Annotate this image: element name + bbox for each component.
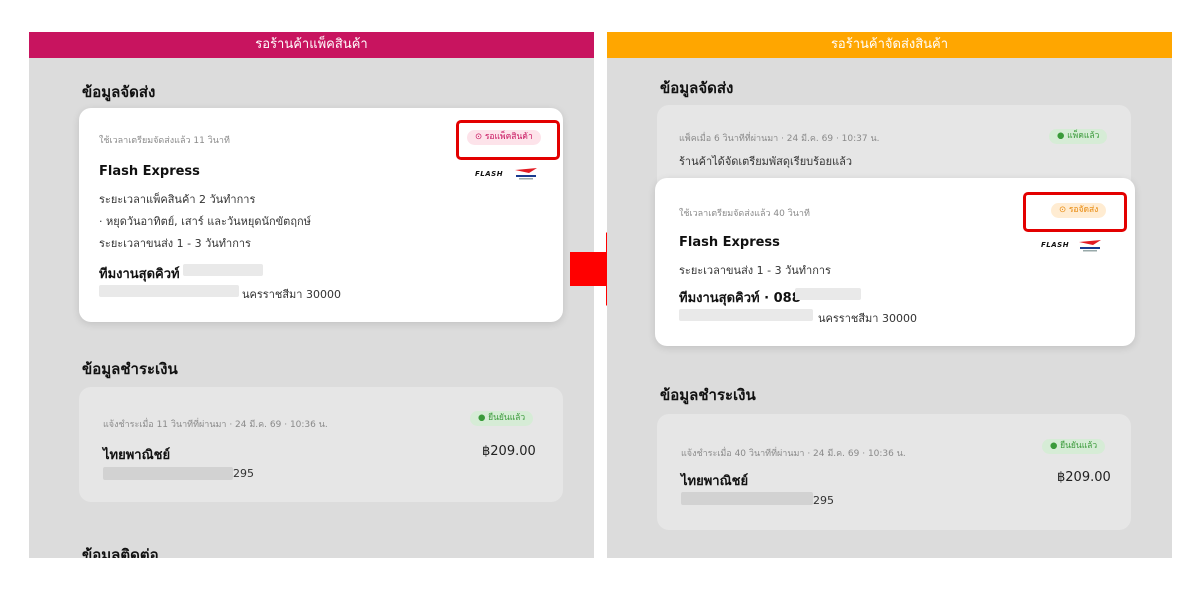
courier-name: Flash Express	[679, 235, 780, 250]
payment-section-title: ข้อมูลชำระเงิน	[660, 386, 756, 404]
prep-time-text: ใช้เวลาเตรียมจัดส่งแล้ว 11 วินาที	[99, 136, 230, 146]
redacted-account	[103, 467, 233, 480]
courier-name: Flash Express	[99, 164, 200, 179]
thaipost-logo-icon	[515, 168, 537, 180]
highlight-box	[1023, 192, 1127, 232]
redacted-phone	[795, 288, 861, 300]
holiday-note: · หยุดวันอาทิตย์, เสาร์ และวันหยุดนักขัต…	[99, 215, 311, 228]
status-header: รอร้านค้าแพ็คสินค้า	[29, 32, 594, 58]
redacted-account	[681, 492, 813, 505]
shipping-section-title: ข้อมูลจัดส่ง	[660, 79, 734, 97]
packed-time-text: แพ็คเมื่อ 6 วินาทีที่ผ่านมา · 24 มี.ค. 6…	[679, 134, 880, 144]
left-screen-panel: รอร้านค้าแพ็คสินค้า ข้อมูลจัดส่ง ใช้เวลา…	[29, 32, 594, 558]
payment-section-title: ข้อมูลชำระเงิน	[82, 360, 178, 378]
address-text: นครราชสีมา 30000	[818, 312, 917, 325]
address-text: นครราชสีมา 30000	[242, 288, 341, 301]
redacted-address	[99, 285, 239, 297]
check-icon: ●	[478, 413, 489, 423]
payment-card: แจ้งชำระเมื่อ 40 วินาทีที่ผ่านมา · 24 มี…	[657, 414, 1131, 530]
packed-message: ร้านค้าได้จัดเตรียมพัสดุเรียบร้อยแล้ว	[679, 155, 853, 168]
redacted-address	[679, 309, 813, 321]
ship-time-text: ระยะเวลาขนส่ง 1 - 3 วันทำการ	[99, 237, 251, 250]
recipient-name: ทีมงานสุดคิวท์ · 088	[679, 291, 801, 306]
check-icon: ●	[1050, 441, 1061, 451]
payment-badge: ● ยืนยันแล้ว	[1042, 439, 1106, 454]
bank-name: ไทยพาณิชย์	[103, 448, 171, 463]
status-header: รอร้านค้าจัดส่งสินค้า	[607, 32, 1172, 58]
payment-amount: ฿209.00	[1057, 470, 1111, 485]
flash-logo-icon: FLASH	[475, 170, 504, 178]
ship-time-text: ระยะเวลาขนส่ง 1 - 3 วันทำการ	[679, 264, 831, 277]
payment-amount: ฿209.00	[482, 444, 536, 459]
payment-time-text: แจ้งชำระเมื่อ 40 วินาทีที่ผ่านมา · 24 มี…	[681, 449, 906, 459]
payment-card: แจ้งชำระเมื่อ 11 วินาทีที่ผ่านมา · 24 มี…	[79, 387, 563, 502]
payment-badge: ● ยืนยันแล้ว	[470, 411, 534, 426]
recipient-name: ทีมงานสุดคิวท์ ·	[99, 267, 190, 282]
account-number: 295	[813, 494, 834, 507]
redacted-phone	[183, 264, 263, 276]
right-screen-panel: รอร้านค้าจัดส่งสินค้า ข้อมูลจัดส่ง แพ็คเ…	[607, 32, 1172, 558]
check-icon: ●	[1057, 131, 1068, 141]
highlight-box	[456, 120, 560, 160]
bank-name: ไทยพาณิชย์	[681, 474, 749, 489]
prep-time-text: ใช้เวลาเตรียมจัดส่งแล้ว 40 วินาที	[679, 209, 810, 219]
account-number: 295	[233, 467, 254, 480]
shipping-section-title: ข้อมูลจัดส่ง	[82, 83, 156, 101]
payment-time-text: แจ้งชำระเมื่อ 11 วินาทีที่ผ่านมา · 24 มี…	[103, 420, 328, 430]
flash-logo-icon: FLASH	[1041, 241, 1070, 249]
thaipost-logo-icon	[1079, 240, 1101, 252]
contact-section-title: ข้อมลติดต่อ	[82, 546, 159, 558]
pack-time-text: ระยะเวลาแพ็คสินค้า 2 วันทำการ	[99, 193, 256, 206]
packed-badge: ● แพ็คแล้ว	[1049, 129, 1108, 144]
